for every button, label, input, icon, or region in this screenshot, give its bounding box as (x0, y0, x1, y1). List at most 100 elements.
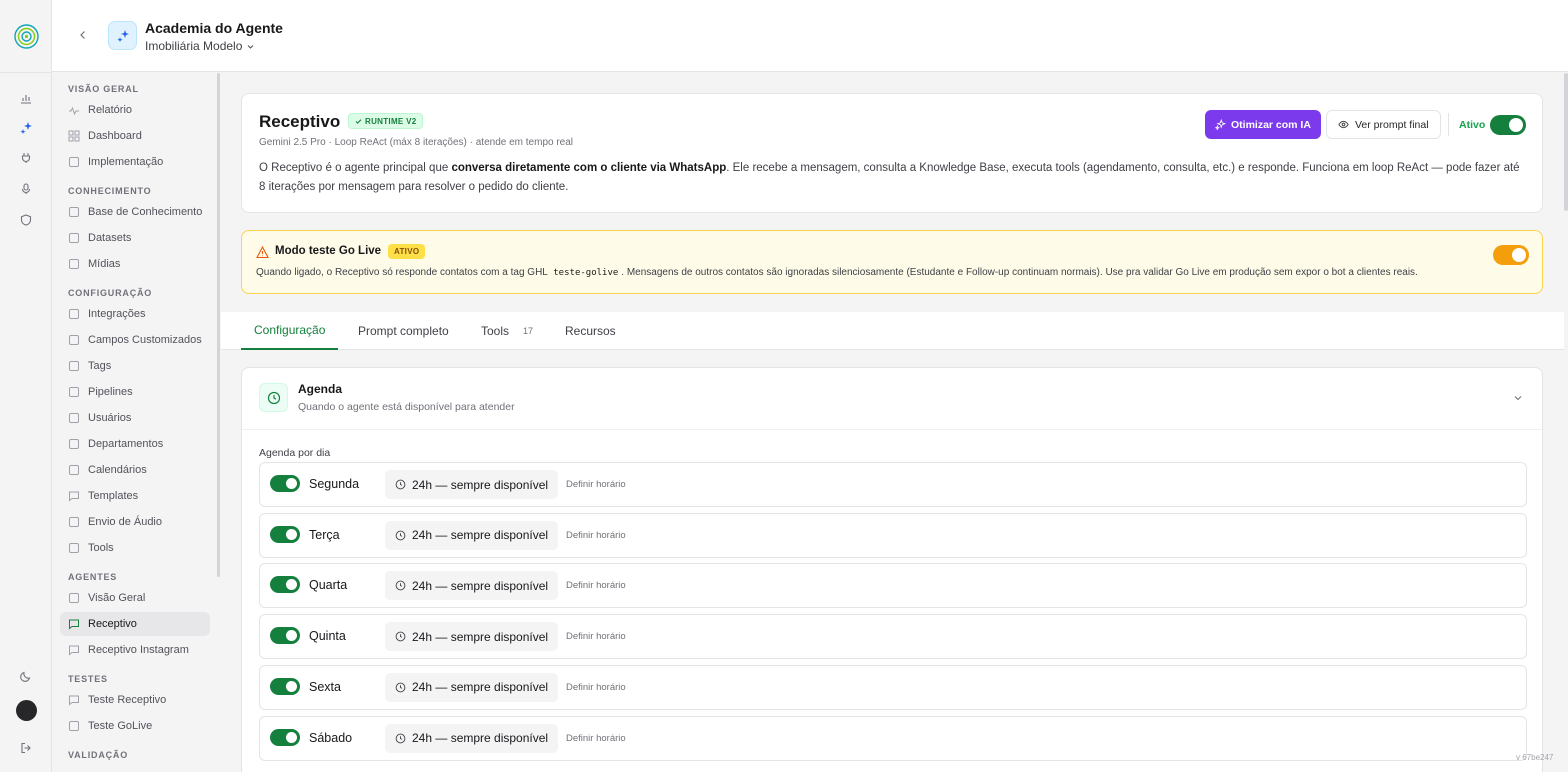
sidebar-scrollbar[interactable] (217, 73, 220, 577)
availability-pill[interactable]: 24h — sempre disponível (385, 470, 559, 499)
sidebar-item-visao-geral[interactable]: Visão Geral (60, 586, 210, 610)
day-name: Sábado (309, 730, 353, 745)
day-name: Quarta (309, 578, 348, 593)
sidebar-item-tools[interactable]: Tools (60, 536, 210, 560)
sparkles-icon[interactable] (18, 120, 34, 136)
day-enabled-toggle[interactable] (270, 525, 300, 543)
menu-item-icon (69, 413, 79, 423)
sidebar-item-label: Receptivo (88, 618, 137, 630)
sidebar-item-tags[interactable]: Tags (60, 354, 210, 378)
tab-prompt-completo[interactable]: Prompt completo (358, 312, 449, 350)
golive-toggle[interactable] (1493, 245, 1529, 265)
menu-item-icon (69, 207, 79, 217)
sidebar-item-envio-de-audio[interactable]: Envio de Áudio (60, 510, 210, 534)
sidebar-item-label: Tools (88, 542, 114, 554)
availability-pill[interactable]: 24h — sempre disponível (385, 571, 559, 601)
clock-icon (259, 383, 288, 412)
agenda-subtitle: Quando o agente está disponível para ate… (298, 401, 515, 413)
sidebar-item-label: Teste GoLive (88, 720, 153, 732)
day-enabled-toggle[interactable] (270, 728, 300, 746)
chevron-down-icon[interactable] (1512, 392, 1524, 404)
workspace-selector[interactable]: Imobiliária Modelo (145, 39, 255, 53)
agent-description: O Receptivo é o agente principal que con… (259, 162, 1520, 193)
define-hours-link[interactable]: Definir horário (566, 580, 626, 591)
define-hours-link[interactable]: Definir horário (566, 733, 626, 744)
sidebar-item-dashboard[interactable]: Dashboard (60, 124, 210, 148)
sidebar-item-templates[interactable]: Templates (60, 484, 210, 508)
menu-item-icon (69, 259, 79, 269)
activity-icon (69, 106, 79, 116)
sidebar-item-receptivo-instagram[interactable]: Receptivo Instagram (60, 638, 210, 662)
moon-icon[interactable] (18, 668, 34, 684)
availability-pill[interactable]: 24h — sempre disponível (385, 723, 559, 753)
clock-icon (395, 682, 406, 693)
sidebar-item-teste-receptivo[interactable]: Teste Receptivo (60, 688, 210, 712)
sidebar-item-relatorio[interactable]: Relatório (60, 98, 210, 122)
sidebar-item-label: Integrações (88, 308, 146, 320)
sidebar-item-receptivo[interactable]: Receptivo (60, 612, 210, 636)
tab-recursos[interactable]: Recursos (565, 312, 616, 350)
sidebar-item-datasets[interactable]: Datasets (60, 226, 210, 250)
main-scrollbar[interactable] (1564, 73, 1568, 211)
microphone-icon[interactable] (18, 181, 34, 197)
sidebar-section-title: VISÃO GERAL (68, 84, 139, 94)
tab-configuracao[interactable]: Configuração (241, 312, 339, 350)
sidebar-item-calendarios[interactable]: Calendários (60, 458, 210, 482)
sidebar-item-campos-customizados[interactable]: Campos Customizados (60, 328, 210, 352)
availability-label: 24h — sempre disponível (412, 528, 549, 543)
day-enabled-toggle[interactable] (270, 627, 300, 645)
define-hours-link[interactable]: Definir horário (566, 631, 626, 642)
user-avatar[interactable] (16, 700, 37, 721)
menu-item-icon (69, 157, 79, 167)
sidebar-item-usuarios[interactable]: Usuários (60, 406, 210, 430)
check-icon (355, 118, 362, 124)
sidebar-item-label: Implementação (88, 156, 164, 168)
page-title: Academia do Agente (145, 20, 283, 36)
shield-icon[interactable] (18, 212, 34, 228)
icon-rail (0, 0, 52, 772)
header-divider (1448, 113, 1449, 136)
day-enabled-toggle[interactable] (270, 677, 300, 695)
chart-icon[interactable] (18, 90, 34, 106)
sidebar-item-label: Teste Receptivo (88, 694, 167, 706)
availability-pill[interactable]: 24h — sempre disponível (385, 622, 559, 652)
define-hours-link[interactable]: Definir horário (566, 682, 626, 693)
agenda-day-row: Segunda 24h — sempre disponível Definir ho… (259, 462, 1527, 507)
logout-icon[interactable] (18, 740, 34, 756)
sidebar-item-base-de-conhecimento[interactable]: Base de Conhecimento (60, 200, 210, 224)
day-enabled-toggle[interactable] (270, 576, 300, 594)
define-hours-link[interactable]: Definir horário (566, 479, 626, 490)
sidebar-item-pipelines[interactable]: Pipelines (60, 380, 210, 404)
sidebar-item-label: Departamentos (88, 438, 164, 450)
sidebar-item-label: Base de Conhecimento (88, 206, 203, 218)
sidebar-section-title: CONFIGURAÇÃO (68, 288, 153, 298)
sidebar-item-teste-golive[interactable]: Teste GoLive (60, 714, 210, 738)
availability-label: 24h — sempre disponível (412, 731, 549, 745)
agenda-header[interactable]: Agenda Quando o agente está disponível p… (242, 368, 1542, 430)
agent-name: Receptivo (259, 112, 341, 131)
define-hours-link[interactable]: Definir horário (566, 530, 626, 541)
sidebar-item-label: Datasets (88, 232, 132, 244)
clock-icon (395, 733, 406, 743)
sidebar-item-label: Envio de Áudio (88, 516, 162, 528)
agent-active-toggle[interactable] (1490, 115, 1526, 135)
availability-pill[interactable]: 24h — sempre disponível (385, 520, 559, 550)
sidebar-item-implementacao[interactable]: Implementação (60, 150, 210, 174)
view-final-prompt-button[interactable]: Ver prompt final (1326, 110, 1441, 139)
golive-title: Modo teste Go Live (275, 245, 382, 257)
availability-pill[interactable]: 24h — sempre disponível (385, 672, 559, 702)
sidebar-item-integracoes[interactable]: Integrações (60, 302, 210, 326)
workspace-name: Imobiliária Modelo (145, 39, 243, 53)
day-name: Quinta (309, 629, 346, 644)
agenda-day-row: Sábado 24h — sempre disponível Definir hor… (259, 715, 1527, 761)
tab-tools[interactable]: Tools 17 (481, 312, 533, 350)
sidebar-section-title: AGENTES (68, 572, 118, 582)
plug-icon[interactable] (18, 150, 34, 166)
day-enabled-toggle[interactable] (270, 475, 300, 492)
brand-logo-icon[interactable] (14, 24, 39, 49)
sidebar-item-midias[interactable]: Mídias (60, 252, 210, 276)
optimize-ai-button[interactable]: Otimizar com IA (1205, 110, 1321, 139)
sidebar-item-departamentos[interactable]: Departamentos (60, 432, 210, 456)
chevron-left-icon[interactable] (76, 28, 90, 42)
chevron-down-icon (248, 44, 254, 49)
